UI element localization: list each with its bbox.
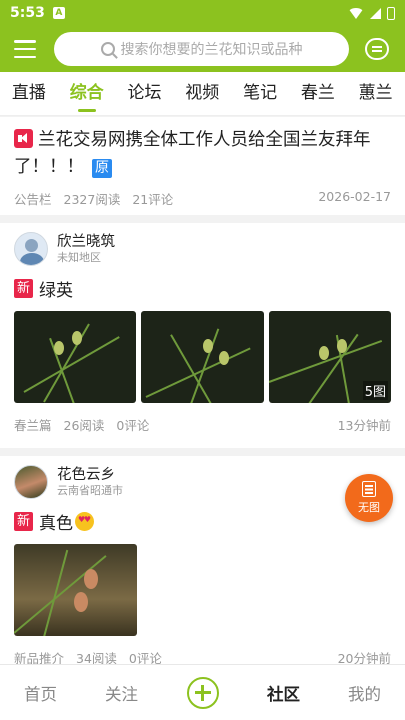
post-author: 欣兰晓筑 未知地区 xyxy=(14,223,391,266)
menu-icon[interactable] xyxy=(14,40,36,58)
tab-huilan[interactable]: 蕙兰 xyxy=(347,72,405,116)
post-comments: 0评论 xyxy=(116,418,150,433)
no-image-label: 无图 xyxy=(358,501,380,514)
original-badge: 原 xyxy=(92,159,112,178)
signal-icon xyxy=(370,7,381,19)
tab-chunlan[interactable]: 春兰 xyxy=(289,72,347,116)
document-icon xyxy=(362,481,376,497)
post-title-text: 真色 xyxy=(39,514,73,534)
author-name[interactable]: 欣兰晓筑 xyxy=(57,233,115,251)
post-comments: 21评论 xyxy=(132,192,174,207)
post-title-text: 兰花交易网携全体工作人员给全国兰友拜年了！！！ xyxy=(14,130,371,177)
nav-community[interactable]: 社区 xyxy=(243,681,324,705)
new-badge: 新 xyxy=(14,279,33,298)
post-reads: 2327阅读 xyxy=(63,192,121,207)
post-time: 13分钟前 xyxy=(337,418,391,433)
announcement-post[interactable]: 兰花交易网携全体工作人员给全国兰友拜年了！！！原 公告栏 2327阅读 21评论… xyxy=(0,117,405,215)
post-date: 2026-02-17 xyxy=(318,189,391,204)
new-badge: 新 xyxy=(14,512,33,531)
post-title: 新 绿英 xyxy=(14,276,391,301)
nav-post-button[interactable] xyxy=(162,676,243,709)
post-photos xyxy=(14,544,391,636)
nav-home[interactable]: 首页 xyxy=(0,681,81,705)
post-photo[interactable]: 5图 xyxy=(268,311,391,403)
speaker-icon xyxy=(14,129,33,148)
tab-notes[interactable]: 笔记 xyxy=(231,72,289,116)
message-icon[interactable] xyxy=(365,38,389,60)
post-category: 公告栏 xyxy=(14,192,52,207)
top-bar: 搜索你想要的兰花知识或品种 xyxy=(0,26,405,72)
post-card[interactable]: 欣兰晓筑 未知地区 新 绿英 5图 春兰篇 26阅读 0评论 13分钟前 xyxy=(0,223,405,448)
search-placeholder: 搜索你想要的兰花知识或品种 xyxy=(120,42,303,58)
post-title-text: 绿英 xyxy=(39,281,73,301)
post-card[interactable]: 花色云乡 云南省昭通市 新 真色 新品推介 34阅读 0评论 20分钟前 xyxy=(0,456,405,678)
author-location: 云南省昭通市 xyxy=(57,484,123,497)
nav-follow[interactable]: 关注 xyxy=(81,681,162,705)
author-location: 未知地区 xyxy=(57,251,101,264)
plus-icon xyxy=(186,676,219,709)
battery-icon xyxy=(387,6,395,20)
wifi-icon xyxy=(348,7,364,19)
avatar[interactable] xyxy=(14,232,48,266)
post-title: 兰花交易网携全体工作人员给全国兰友拜年了！！！原 xyxy=(14,127,391,181)
avatar[interactable] xyxy=(14,465,48,499)
search-input[interactable]: 搜索你想要的兰花知识或品种 xyxy=(54,32,349,66)
photo-count-badge: 5图 xyxy=(362,381,388,400)
no-image-toggle-button[interactable]: 无图 xyxy=(345,474,393,522)
post-photo[interactable] xyxy=(14,311,137,403)
search-icon xyxy=(100,42,115,56)
post-title: 新 真色 xyxy=(14,509,391,534)
post-photos: 5图 xyxy=(14,311,391,403)
post-photo[interactable] xyxy=(141,311,264,403)
post-reads: 26阅读 xyxy=(63,418,105,433)
post-feed: 兰花交易网携全体工作人员给全国兰友拜年了！！！原 公告栏 2327阅读 21评论… xyxy=(0,117,405,678)
tab-forum[interactable]: 论坛 xyxy=(116,72,174,116)
post-meta: 春兰篇 26阅读 0评论 13分钟前 xyxy=(14,415,391,444)
post-meta: 公告栏 2327阅读 21评论 2026-02-17 xyxy=(14,189,391,208)
status-bar: 5:53 A xyxy=(0,0,405,26)
bottom-nav: 首页 关注 社区 我的 xyxy=(0,664,405,720)
post-photo[interactable] xyxy=(14,544,137,636)
author-name[interactable]: 花色云乡 xyxy=(57,466,123,484)
tab-general[interactable]: 综合 xyxy=(58,72,116,116)
nav-mine[interactable]: 我的 xyxy=(324,681,405,705)
post-author: 花色云乡 云南省昭通市 xyxy=(14,456,391,499)
status-time: 5:53 xyxy=(10,5,45,21)
notification-icon: A xyxy=(52,7,65,19)
category-tabs: 直播 综合 论坛 视频 笔记 春兰 蕙兰 xyxy=(0,72,405,116)
tab-live[interactable]: 直播 xyxy=(0,72,58,116)
tab-video[interactable]: 视频 xyxy=(173,72,231,116)
heart-eyes-emoji-icon xyxy=(75,512,94,531)
post-category: 春兰篇 xyxy=(14,418,52,433)
